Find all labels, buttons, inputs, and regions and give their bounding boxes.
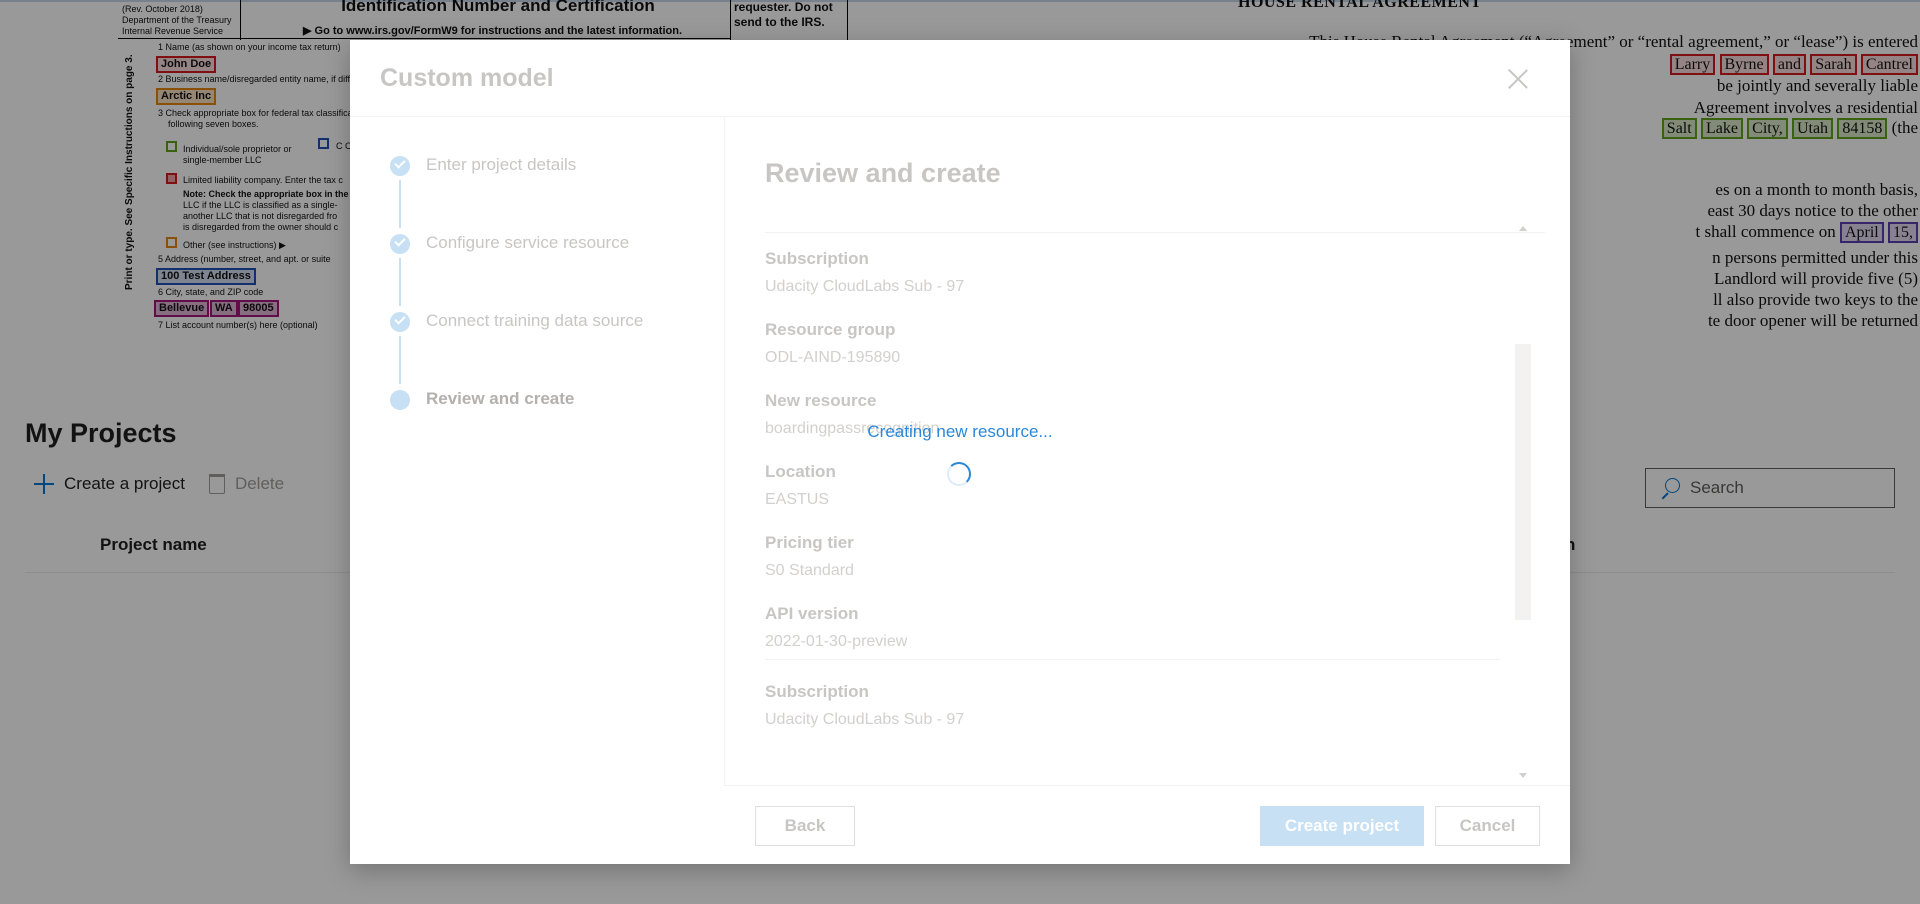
wizard-step: Connect training data source (390, 311, 710, 390)
review-top-rule (765, 232, 1545, 233)
scroll-down-icon[interactable] (1519, 773, 1527, 778)
field-value: 2022-01-30-preview (765, 633, 908, 650)
step-current-icon (390, 390, 410, 410)
cancel-button[interactable]: Cancel (1435, 806, 1540, 846)
step-label: Review and create (426, 389, 575, 408)
create-project-submit-button[interactable]: Create project (1260, 806, 1424, 846)
summary-field: Pricing tier S0 Standard (765, 532, 1525, 590)
field-label: Subscription (765, 682, 869, 701)
step-label: Enter project details (426, 155, 577, 174)
wizard-step: Enter project details (390, 155, 710, 234)
field-value: Udacity CloudLabs Sub - 97 (765, 278, 965, 295)
review-summary: Subscription Udacity CloudLabs Sub - 97 … (765, 235, 1525, 775)
summary-field: Subscription Udacity CloudLabs Sub - 97 (765, 248, 1525, 306)
spinner-icon (947, 462, 971, 486)
loading-message: Creating new resource... (867, 422, 1053, 441)
dialog-side-rule (724, 117, 725, 785)
review-title: Review and create (765, 158, 1001, 188)
step-label: Connect training data source (426, 311, 644, 330)
wizard-step: Configure service resource (390, 233, 710, 312)
page: (Rev. October 2018) Department of the Tr… (0, 0, 1920, 904)
review-scrollbar[interactable] (1515, 222, 1531, 782)
summary-field: Subscription Udacity CloudLabs Sub - 97 (765, 681, 1525, 739)
field-label: New resource (765, 391, 877, 410)
field-value: S0 Standard (765, 562, 854, 579)
dialog-footer-rule (724, 785, 1570, 786)
step-connector (399, 336, 401, 384)
dialog-title: Custom model (380, 64, 554, 92)
check-icon (394, 157, 406, 169)
field-value: EASTUS (765, 491, 830, 508)
step-connector (399, 258, 401, 306)
step-label: Configure service resource (426, 233, 630, 252)
custom-model-dialog: Custom model Enter project details Confi… (350, 40, 1570, 864)
field-label: Location (765, 462, 836, 481)
step-complete-icon (390, 156, 410, 176)
scrollbar-thumb[interactable] (1515, 344, 1531, 620)
field-label: API version (765, 604, 859, 623)
field-value: ODL-AIND-195890 (765, 349, 901, 366)
step-complete-icon (390, 312, 410, 332)
summary-field: Location EASTUS (765, 461, 1525, 519)
step-connector (399, 180, 401, 228)
field-label: Subscription (765, 249, 869, 268)
check-icon (394, 235, 406, 247)
field-label: Resource group (765, 320, 896, 339)
step-complete-icon (390, 234, 410, 254)
summary-field: Resource group ODL-AIND-195890 (765, 319, 1525, 377)
field-label: Pricing tier (765, 533, 854, 552)
check-icon (394, 313, 406, 325)
summary-field: API version 2022-01-30-preview (765, 603, 1525, 661)
scroll-up-icon[interactable] (1519, 226, 1527, 231)
field-separator (765, 659, 1500, 660)
close-icon[interactable] (1506, 68, 1530, 92)
field-value: Udacity CloudLabs Sub - 97 (765, 711, 965, 728)
back-button[interactable]: Back (755, 806, 855, 846)
dialog-header-rule (350, 116, 1570, 117)
